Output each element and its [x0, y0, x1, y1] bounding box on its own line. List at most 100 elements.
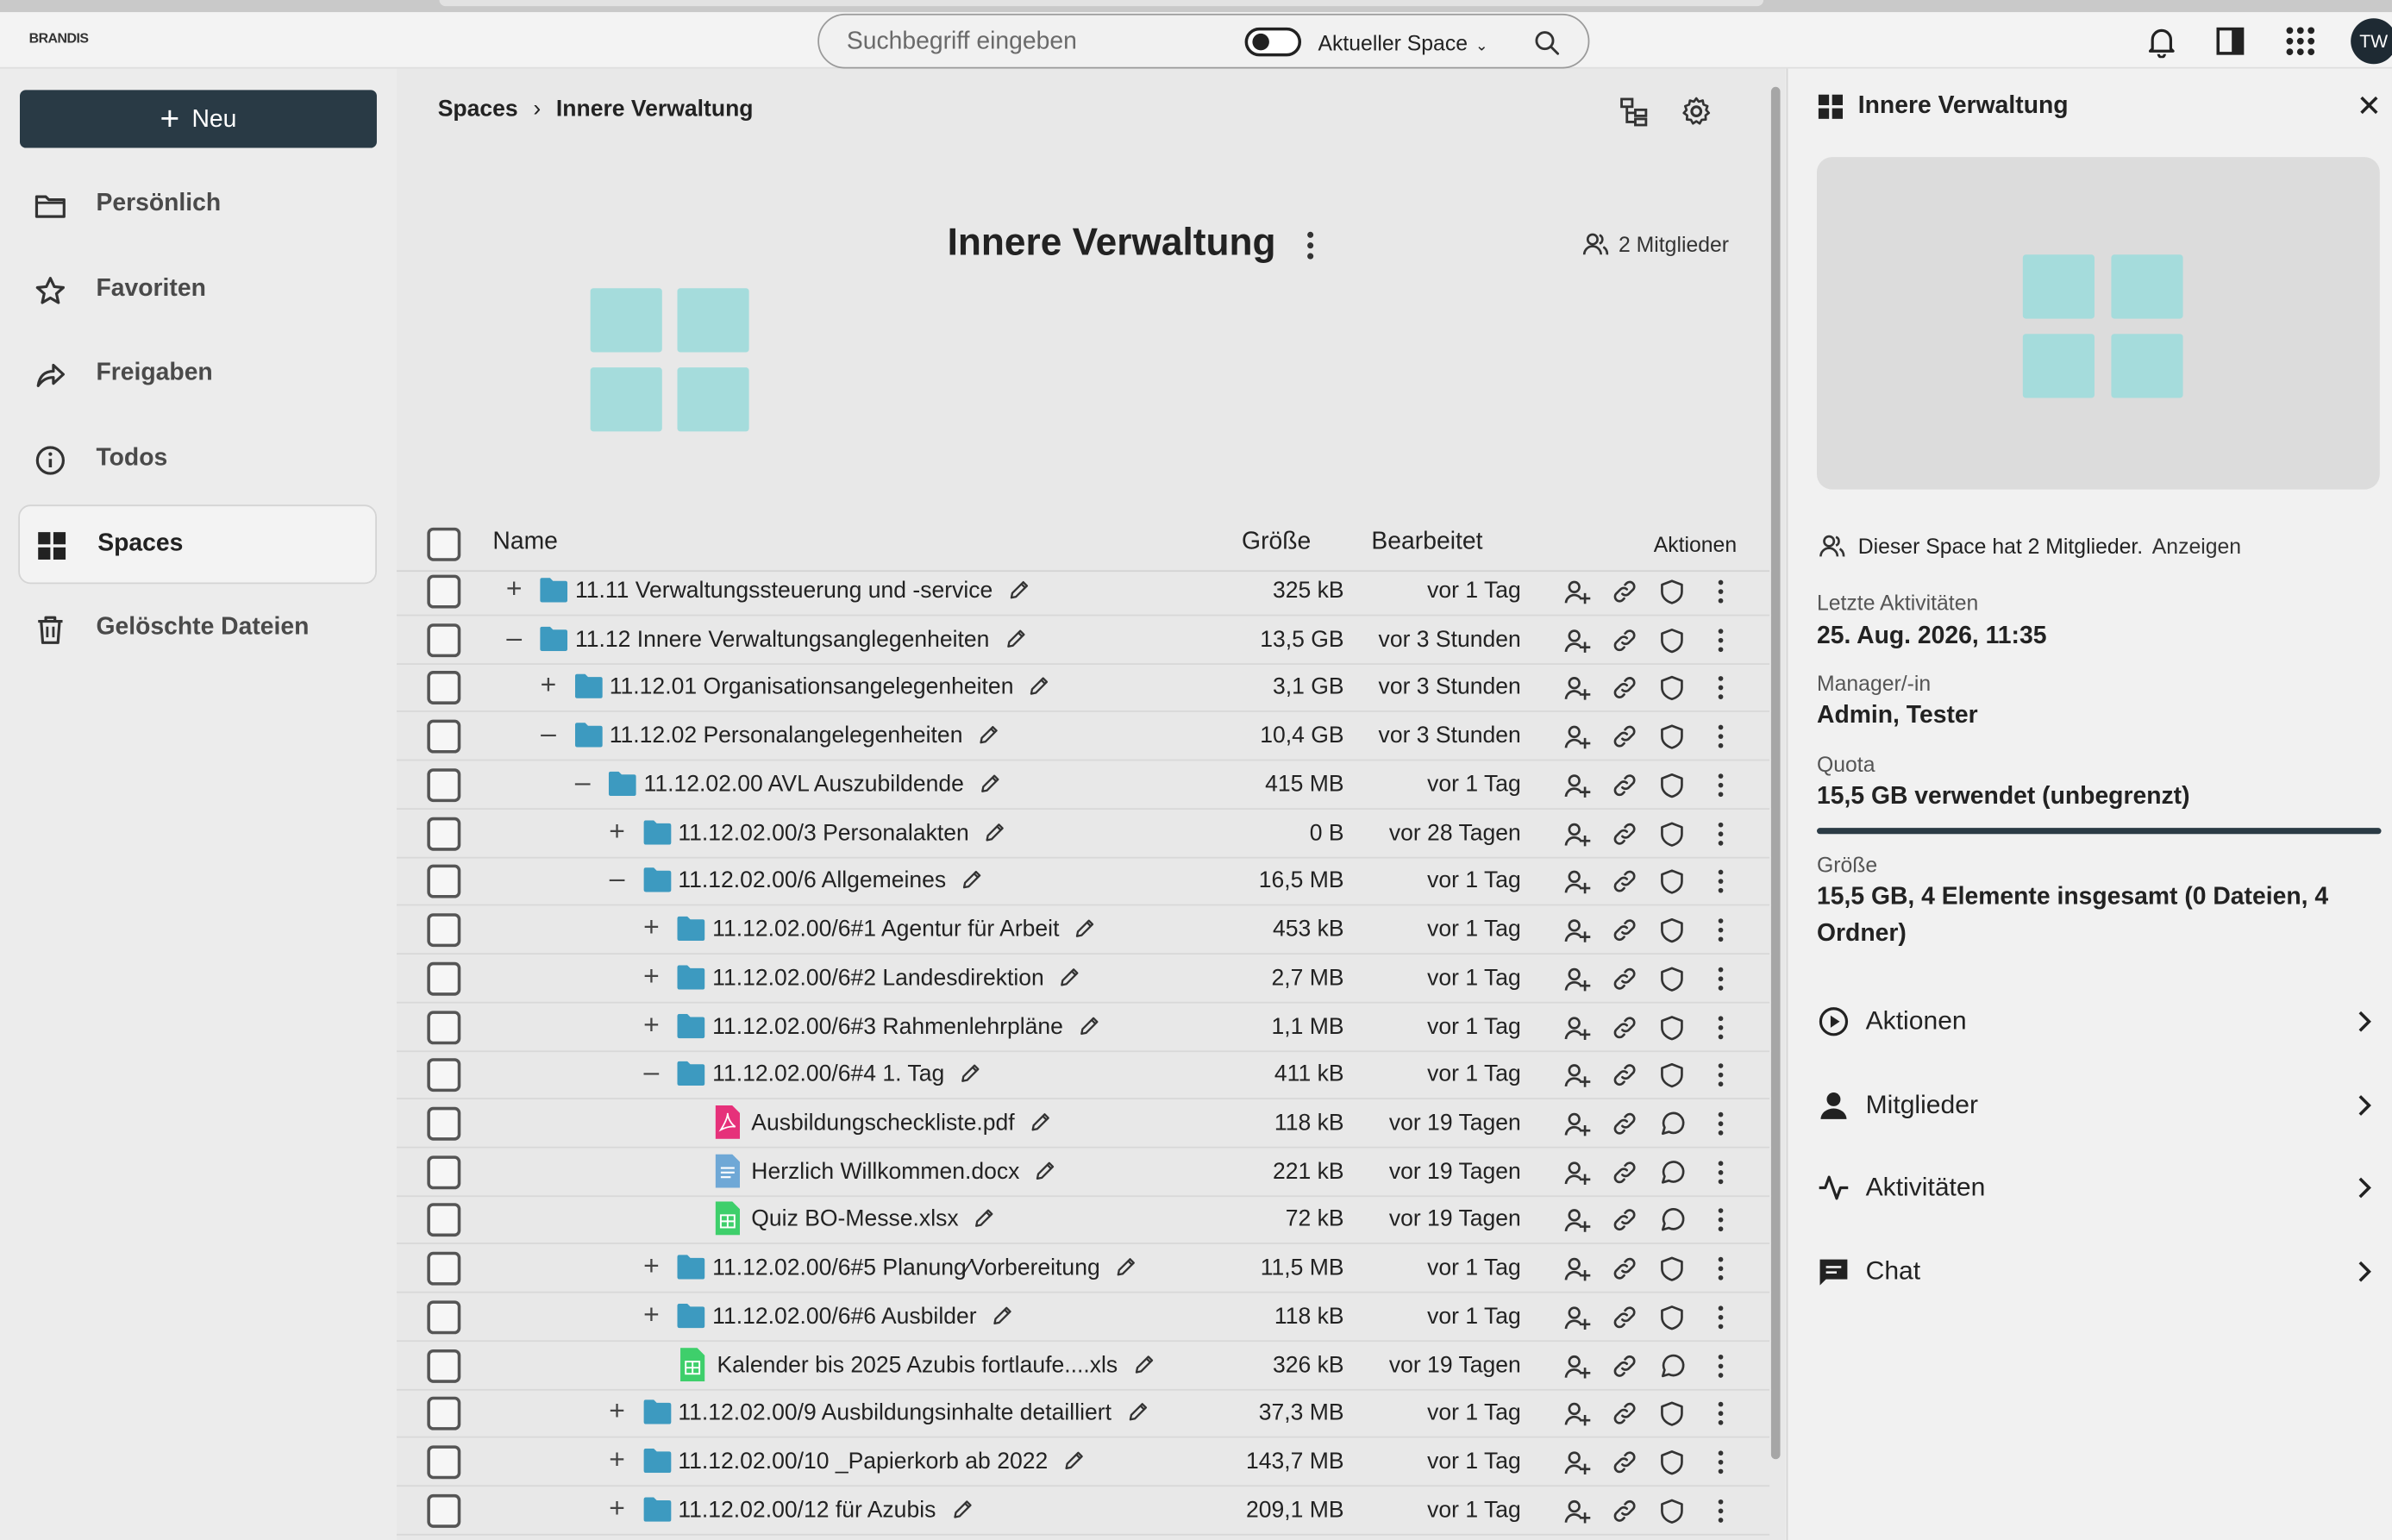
sidebar-toggle-icon[interactable] — [2214, 24, 2247, 58]
sidebar-item-freigaben[interactable]: Freigaben — [18, 335, 377, 415]
tree-view-icon[interactable] — [1617, 95, 1650, 128]
pencil-icon[interactable] — [1035, 1160, 1056, 1181]
more-vertical-icon[interactable] — [1707, 1158, 1735, 1186]
more-vertical-icon[interactable] — [1707, 1255, 1735, 1283]
more-vertical-icon[interactable] — [1707, 1207, 1735, 1235]
expand-icon[interactable]: + — [641, 961, 662, 992]
pencil-icon[interactable] — [1008, 579, 1030, 601]
expand-icon[interactable]: + — [641, 1250, 662, 1282]
link-icon[interactable] — [1611, 626, 1638, 654]
pencil-icon[interactable] — [974, 1208, 995, 1230]
share-user-icon[interactable] — [1563, 1255, 1591, 1283]
section-aktivitaeten[interactable]: Aktivitäten — [1817, 1157, 2382, 1218]
permissions-shield-icon[interactable] — [1658, 1497, 1686, 1524]
new-button[interactable]: + Neu — [19, 90, 377, 148]
more-vertical-icon[interactable] — [1707, 1110, 1735, 1137]
share-user-icon[interactable] — [1563, 1400, 1591, 1428]
select-all-checkbox[interactable] — [427, 527, 461, 561]
section-chat[interactable]: Chat — [1817, 1241, 2382, 1302]
row-name-text[interactable]: 11.12 Innere Verwaltungsanglegenheiten — [575, 626, 990, 652]
share-user-icon[interactable] — [1563, 965, 1591, 992]
members-link[interactable]: 2 Mitglieder — [1582, 230, 1729, 258]
share-user-icon[interactable] — [1563, 1013, 1591, 1041]
more-vertical-icon[interactable] — [1707, 1013, 1735, 1041]
comment-icon[interactable] — [1658, 1158, 1686, 1186]
permissions-shield-icon[interactable] — [1658, 674, 1686, 702]
row-name[interactable]: 11.12.02.00/3 Personalakten — [678, 820, 1005, 846]
pencil-icon[interactable] — [1115, 1256, 1137, 1278]
row-checkbox[interactable] — [427, 623, 461, 657]
expand-icon[interactable]: + — [606, 1493, 628, 1524]
pencil-icon[interactable] — [1059, 967, 1080, 988]
row-name-text[interactable]: Herzlich Willkommen.docx — [751, 1158, 1019, 1184]
table-row[interactable]: +11.12.01 Organisationsangelegenheiten 3,… — [396, 664, 1770, 713]
expand-icon[interactable]: + — [606, 1396, 628, 1428]
table-row[interactable]: Ausbildungscheckliste.pdf 118 kB vor 19 Ta… — [396, 1099, 1770, 1149]
row-checkbox[interactable] — [427, 1155, 461, 1189]
link-icon[interactable] — [1611, 1400, 1638, 1428]
section-mitglieder[interactable]: Mitglieder — [1817, 1074, 2382, 1136]
row-name-text[interactable]: 11.12.02.00/6#4 1. Tag — [712, 1061, 944, 1087]
expand-icon[interactable]: + — [641, 1299, 662, 1330]
row-checkbox[interactable] — [427, 1252, 461, 1286]
share-user-icon[interactable] — [1563, 1497, 1591, 1524]
row-checkbox[interactable] — [427, 1445, 461, 1480]
link-icon[interactable] — [1611, 1304, 1638, 1331]
permissions-shield-icon[interactable] — [1658, 1255, 1686, 1283]
expand-icon[interactable]: + — [538, 670, 560, 702]
search-icon[interactable] — [1533, 29, 1561, 57]
pencil-icon[interactable] — [1063, 1450, 1085, 1472]
link-icon[interactable] — [1611, 1255, 1638, 1283]
row-checkbox[interactable] — [427, 1300, 461, 1335]
expand-icon[interactable]: + — [504, 573, 525, 605]
row-name-text[interactable]: 11.12.01 Organisationsangelegenheiten — [610, 674, 1014, 700]
permissions-shield-icon[interactable] — [1658, 820, 1686, 848]
permissions-shield-icon[interactable] — [1658, 868, 1686, 896]
pencil-icon[interactable] — [978, 724, 999, 746]
table-row[interactable]: +11.12.02.00/6#3 Rahmenlehrpläne 1,1 MB vo… — [396, 1003, 1770, 1052]
table-row[interactable]: – 11.12.02.00/6 Allgemeines 16,5 MB vor 1 T… — [396, 857, 1770, 907]
comment-icon[interactable] — [1658, 1110, 1686, 1137]
pencil-icon[interactable] — [1079, 1015, 1100, 1036]
share-user-icon[interactable] — [1563, 1110, 1591, 1137]
more-vertical-icon[interactable] — [1707, 868, 1735, 896]
row-checkbox[interactable] — [427, 574, 461, 609]
apps-grid-icon[interactable] — [2283, 24, 2317, 58]
row-name[interactable]: 11.12 Innere Verwaltungsanglegenheiten — [575, 626, 1026, 652]
row-name[interactable]: 11.12.02.00/9 Ausbildungsinhalte detaill… — [678, 1400, 1148, 1426]
table-row[interactable]: Kalender bis 2025 Azubis fortlaufe....xl… — [396, 1342, 1770, 1391]
permissions-shield-icon[interactable] — [1658, 1400, 1686, 1428]
row-name-text[interactable]: Quiz BO-Messe.xlsx — [751, 1207, 958, 1233]
expand-icon[interactable]: + — [641, 912, 662, 944]
share-user-icon[interactable] — [1563, 578, 1591, 605]
link-icon[interactable] — [1611, 965, 1638, 992]
sidebar-item-gelöschte-dateien[interactable]: Gelöschte Dateien — [18, 589, 377, 668]
table-row[interactable]: Herzlich Willkommen.docx 221 kB vor 19 Tag… — [396, 1148, 1770, 1197]
permissions-shield-icon[interactable] — [1658, 917, 1686, 944]
pencil-icon[interactable] — [1127, 1402, 1149, 1424]
more-vertical-icon[interactable] — [1707, 917, 1735, 944]
permissions-shield-icon[interactable] — [1658, 1013, 1686, 1041]
row-name-text[interactable]: 11.12.02.00/6#1 Agentur für Arbeit — [712, 917, 1059, 942]
row-name-text[interactable]: 11.12.02 Personalangelegenheiten — [610, 723, 963, 749]
row-name[interactable]: 11.12.02.00/6#2 Landesdirektion — [712, 965, 1080, 991]
sidebar-item-persönlich[interactable]: Persönlich — [18, 166, 377, 246]
share-user-icon[interactable] — [1563, 868, 1591, 896]
row-name[interactable]: 11.11 Verwaltungssteuerung und -service — [575, 578, 1030, 604]
link-icon[interactable] — [1611, 1110, 1638, 1137]
table-row[interactable]: – 11.12.02.00 AVL Auszubildende 415 MB vor … — [396, 761, 1770, 810]
link-icon[interactable] — [1611, 917, 1638, 944]
row-checkbox[interactable] — [427, 1010, 461, 1044]
link-icon[interactable] — [1611, 1061, 1638, 1089]
pencil-icon[interactable] — [980, 773, 1001, 794]
row-name[interactable]: Ausbildungscheckliste.pdf — [751, 1110, 1051, 1136]
scope-select[interactable]: Aktueller Space ⌄ — [1318, 30, 1488, 54]
more-vertical-icon[interactable] — [1707, 626, 1735, 654]
more-vertical-icon[interactable] — [1707, 820, 1735, 848]
share-user-icon[interactable] — [1563, 723, 1591, 751]
row-name-text[interactable]: 11.12.02.00/9 Ausbildungsinhalte detaill… — [678, 1400, 1111, 1426]
collapse-icon[interactable]: – — [504, 622, 525, 654]
pencil-icon[interactable] — [960, 1063, 981, 1085]
row-name[interactable]: 11.12.02.00/10 _Papierkorb ab 2022 — [678, 1449, 1084, 1474]
table-row[interactable]: +11.11 Verwaltungssteuerung und -service… — [396, 567, 1770, 617]
